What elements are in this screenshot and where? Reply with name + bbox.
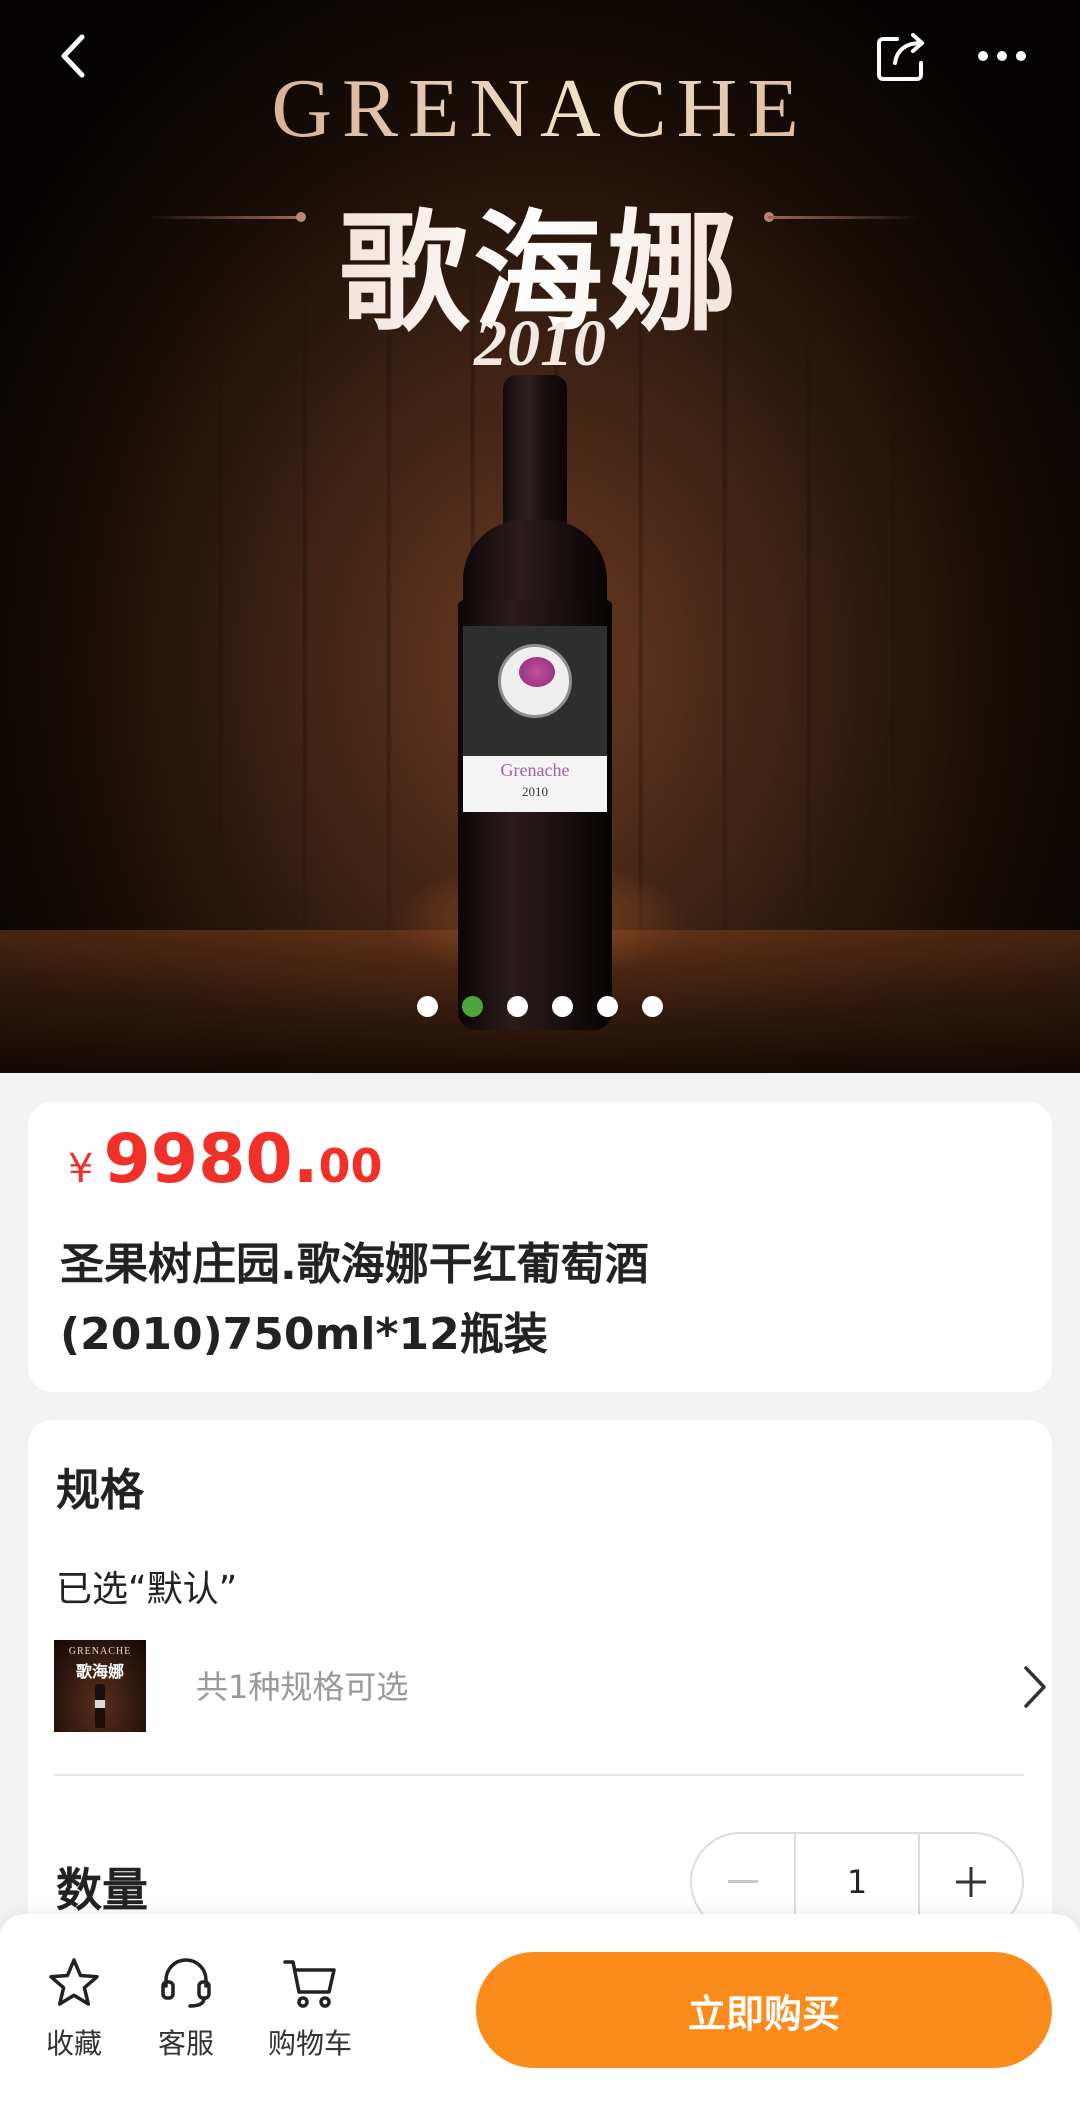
carousel-dot-2-active[interactable] — [462, 996, 483, 1017]
spec-thumbnail: GRENACHE 歌海娜 — [54, 1640, 146, 1732]
cart-icon — [283, 1960, 336, 2008]
carousel-dot-5[interactable] — [597, 996, 618, 1017]
headset-icon — [161, 1958, 211, 2008]
plus-icon — [956, 1867, 986, 1897]
carousel-dot-6[interactable] — [642, 996, 663, 1017]
carousel-dot-3[interactable] — [507, 996, 528, 1017]
share-icon — [877, 33, 924, 81]
chevron-left-icon — [61, 34, 85, 78]
star-icon — [49, 1958, 99, 2006]
carousel-indicator — [0, 996, 1080, 1017]
customer-service-label: 客服 — [157, 2027, 214, 2060]
spec-selector-row[interactable]: GRENACHE 歌海娜 共1种规格可选 — [54, 1638, 1046, 1734]
chevron-right-icon — [1024, 1666, 1046, 1708]
carousel-dot-4[interactable] — [552, 996, 573, 1017]
more-button[interactable] — [966, 20, 1038, 92]
price: ¥ 9980. 00 — [68, 1120, 383, 1199]
more-dots-icon — [978, 51, 1026, 61]
spec-card: 规格 已选“默认” GRENACHE 歌海娜 共1种规格可选 数量 1 — [28, 1420, 1052, 1980]
spec-available-count: 共1种规格可选 — [196, 1668, 409, 1706]
bottle-label-year: 2010 — [522, 784, 548, 799]
buy-now-button[interactable]: 立即购买 — [476, 1952, 1052, 2068]
cart-button[interactable]: 购物车 — [260, 1956, 360, 2062]
product-title: 圣果树庄园.歌海娜干红葡萄酒(2010)750ml*12瓶装 — [60, 1239, 649, 1360]
price-integer: 9980. — [103, 1120, 319, 1199]
favorite-label: 收藏 — [45, 2027, 102, 2060]
currency-symbol: ¥ — [68, 1146, 94, 1192]
price-card: ¥ 9980. 00 圣果树庄园.歌海娜干红葡萄酒(2010)750ml*12瓶… — [28, 1102, 1052, 1392]
minus-icon — [728, 1880, 758, 1883]
quantity-label: 数量 — [56, 1863, 148, 1917]
bottle-seal-logo — [498, 644, 572, 718]
bottom-action-bar: 收藏 客服 购物车 立即购买 — [0, 1914, 1080, 2122]
price-decimal: 00 — [318, 1139, 383, 1193]
tree-logo-icon — [519, 657, 555, 687]
thumbnail-title-chinese: 歌海娜 — [75, 1662, 124, 1681]
selected-spec-text: 已选“默认” — [56, 1569, 238, 1610]
carousel-dot-1[interactable] — [417, 996, 438, 1017]
divider — [54, 1774, 1024, 1776]
hero-vintage-year: 2010 — [474, 307, 606, 380]
spec-section-title: 规格 — [56, 1465, 144, 1516]
bottle-label-name: Grenache — [500, 760, 570, 780]
back-button[interactable] — [38, 20, 110, 92]
share-button[interactable] — [866, 20, 938, 92]
thumbnail-title-english: GRENACHE — [68, 1646, 132, 1657]
product-image-carousel[interactable]: GRENACHE 歌海娜 2010 Grenache 2010 — [0, 0, 1080, 1073]
customer-service-button[interactable]: 客服 — [136, 1956, 236, 2062]
favorite-button[interactable]: 收藏 — [24, 1956, 124, 2062]
thumbnail-bottle-label — [95, 1700, 105, 1708]
cart-label: 购物车 — [267, 2027, 352, 2060]
